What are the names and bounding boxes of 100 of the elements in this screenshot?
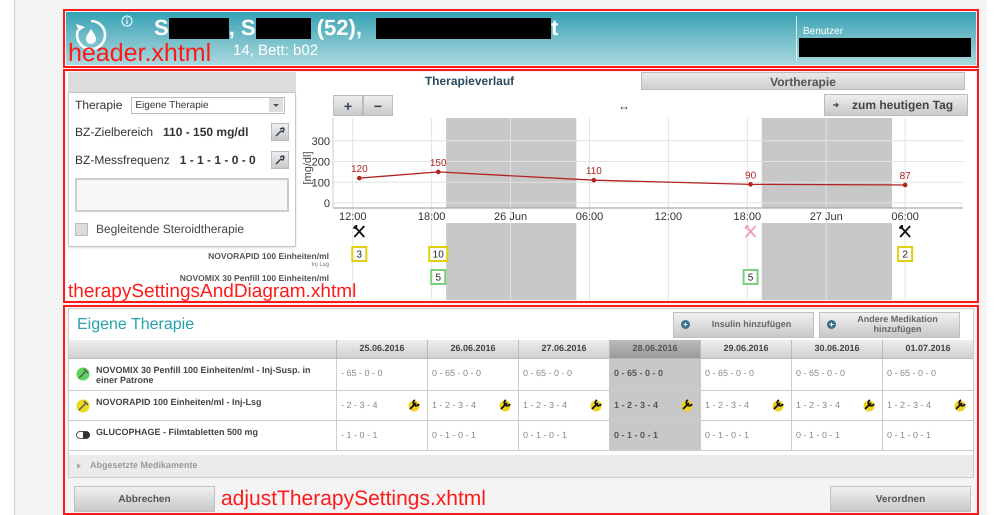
date-header-cell[interactable]: 30.06.2016 (791, 340, 882, 359)
dosage-text: 0 - 65 - 0 - 0 (432, 367, 482, 380)
y-tick-label: 300 (312, 136, 330, 148)
redaction-block (168, 18, 229, 38)
dosage-text: 1 - 2 - 3 - 4 (796, 399, 840, 412)
dosage-text: 0 - 65 - 0 - 0 (523, 367, 572, 380)
patient-name-part: (52), (316, 17, 362, 39)
dose-box: 5 (430, 269, 446, 285)
dosage-text: 1 - 2 - 3 - 4 (705, 399, 750, 412)
x-tick-label: 18:00 (734, 211, 762, 223)
x-tick-label: 06:00 (576, 211, 604, 223)
plus-circle-icon (827, 320, 836, 329)
date-header-cell[interactable]: 27.06.2016 (518, 340, 609, 359)
dose-row-label: NOVORAPID 100 Einheiten/ml (208, 252, 329, 260)
edit-button[interactable] (271, 123, 289, 141)
date-header-cell[interactable]: 01.07.2016 (882, 340, 973, 359)
dosage-text: 1 - 2 - 3 - 4 (887, 399, 932, 412)
dose-box: 10 (428, 246, 448, 262)
medication-name: NOVOMIX 30 Penfill 100 Einheiten/ml - Inj-Susp. in einer Patrone (96, 365, 311, 386)
dosage-text: - 2 - 3 - 4 (341, 399, 378, 412)
capsule-icon (76, 431, 90, 439)
x-tick-label: 26 Jun (494, 211, 528, 223)
value-label: 87 (900, 170, 911, 182)
dose-box: 2 (897, 246, 914, 262)
dosage-text: 1 - 2 - 3 - 4 (614, 399, 658, 412)
pan-arrows[interactable]: ↔ (618, 97, 630, 115)
fork-knife-icon (898, 224, 912, 238)
measure-frequency-label: BZ-Messfrequenz (75, 152, 170, 169)
cancel-button[interactable]: Abbrechen (74, 486, 215, 512)
dosage-text: 1 - 2 - 3 - 4 (432, 399, 476, 412)
annotation-label: adjustTherapySettings.xhtml (221, 487, 487, 511)
y-tick-label: 0 (324, 198, 330, 210)
y-tick-label: 100 (312, 177, 330, 190)
dosage-text: - 1 - 0 - 1 (341, 429, 378, 442)
dose-box: 5 (742, 269, 759, 285)
measure-frequency-value: 1 - 1 - 1 - 0 - 0 (180, 152, 257, 169)
x-tick-label: 18:00 (418, 211, 446, 223)
date-header-cell[interactable]: 26.06.2016 (427, 340, 518, 359)
target-range-label: BZ-Zielbereich (75, 124, 154, 141)
x-tick-label: 27 Jun (810, 211, 843, 223)
value-label: 90 (745, 170, 756, 182)
dosage-text: 0 - 1 - 0 - 1 (887, 429, 932, 442)
zoom-in-button[interactable]: + (333, 95, 363, 116)
dosage-text: 1 - 2 - 3 - 4 (523, 399, 568, 412)
zoom-out-button[interactable]: − (363, 95, 393, 116)
y-tick-label: 200 (312, 156, 330, 169)
value-label: 110 (586, 166, 602, 178)
y-axis-label: [mg/dl] (302, 152, 314, 184)
info-icon (121, 15, 133, 27)
value-label: 120 (350, 164, 368, 176)
crossed-fork-knife-icon (744, 224, 756, 238)
x-tick-label: 12:00 (654, 211, 682, 223)
user-label: Benutzer (803, 25, 844, 39)
target-range-value: 110 - 150 mg/dl (163, 124, 250, 141)
order-button[interactable]: Verordnen (830, 486, 971, 512)
annotation-label: header.xhtml (68, 41, 212, 66)
glucose-point (902, 182, 908, 188)
glucose-point (436, 170, 441, 174)
patient-name-part: t (550, 17, 558, 39)
dosage-text: 0 - 65 - 0 - 0 (796, 367, 846, 380)
steroid-checkbox[interactable] (75, 222, 88, 236)
patient-name-part: S (154, 17, 169, 39)
today-button[interactable]: zum heutigen Tag (824, 94, 968, 116)
date-header-cell[interactable]: 29.06.2016 (700, 340, 791, 359)
steroid-label: Begleitende Steroidtherapie (96, 221, 244, 238)
glucose-point (748, 182, 753, 187)
dose-box: 3 (351, 246, 368, 262)
glucose-point (592, 178, 596, 182)
notes-field[interactable] (75, 178, 289, 212)
edit-button[interactable] (271, 151, 289, 169)
value-label: 150 (430, 158, 447, 169)
dosage-text: 0 - 1 - 0 - 1 (796, 429, 840, 442)
section-title: Eigene Therapie (77, 314, 196, 334)
dosage-text: 0 - 1 - 0 - 1 (523, 429, 568, 442)
arrow-right-icon (832, 101, 840, 109)
fork-knife-icon (352, 224, 366, 238)
plus-circle-icon (681, 320, 690, 329)
therapy-label: Therapie (75, 97, 122, 114)
glucose-point (357, 176, 362, 180)
dose-row-label: NOVOMIX 30 Penfill 100 Einheiten/ml (180, 274, 329, 282)
dosage-text: 0 - 65 - 0 - 0 (614, 367, 664, 380)
x-tick-label: 12:00 (338, 211, 366, 223)
medication-name: GLUCOPHAGE - Filmtabletten 500 mg (96, 427, 260, 438)
medication-name: NOVORAPID 100 Einheiten/ml - Inj-Lsg (96, 397, 263, 408)
dosage-text: 0 - 1 - 0 - 1 (705, 429, 750, 442)
x-tick-label: 06:00 (891, 211, 919, 223)
patient-location: 14, Bett: b02 (233, 43, 318, 58)
collapsed-arrow-icon (76, 463, 82, 469)
add-button[interactable]: Insulin hinzufügen (673, 312, 814, 338)
add-button[interactable]: Andere Medikation hinzufügen (819, 312, 960, 338)
date-header-cell[interactable]: 25.06.2016 (336, 340, 427, 359)
dosage-text: 0 - 65 - 0 - 0 (705, 367, 754, 380)
dropdown-caret-icon (269, 98, 284, 112)
patient-name-part: , S (228, 17, 256, 39)
annotation-label: therapySettingsAndDiagram.xhtml (68, 282, 356, 301)
therapy-select[interactable]: Eigene Therapie (131, 96, 286, 114)
dosage-text: 0 - 1 - 0 - 1 (432, 429, 476, 442)
redaction-block (256, 18, 311, 38)
chart-tab[interactable]: Vortherapie (641, 72, 965, 90)
dosage-text: - 65 - 0 - 0 (341, 367, 383, 380)
